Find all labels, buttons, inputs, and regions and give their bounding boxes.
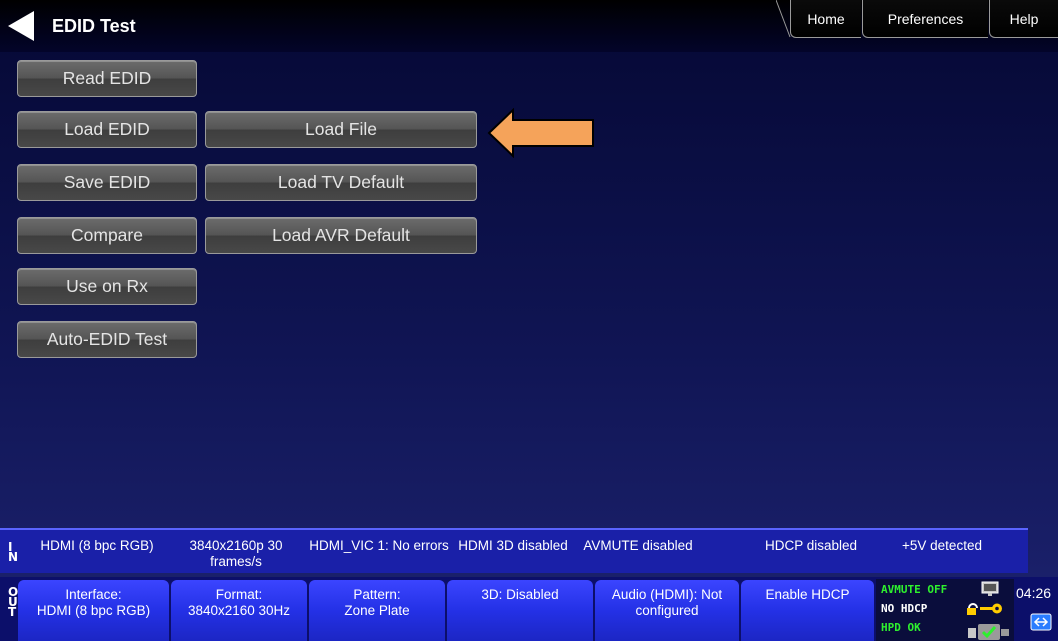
save-edid-button[interactable]: Save EDID bbox=[17, 164, 197, 201]
load-tv-default-button[interactable]: Load TV Default bbox=[205, 164, 477, 201]
back-arrow-icon[interactable] bbox=[6, 10, 36, 42]
load-edid-button[interactable]: Load EDID bbox=[17, 111, 197, 148]
out-audio-button[interactable]: Audio (HDMI): Not configured bbox=[595, 580, 739, 641]
page-title: EDID Test bbox=[52, 16, 136, 36]
out-3d-button[interactable]: 3D: Disabled bbox=[447, 580, 593, 641]
out-pattern-button[interactable]: Pattern: Zone Plate bbox=[309, 580, 445, 641]
in-format-status: 3840x2160p 30 frames/s bbox=[189, 538, 283, 569]
connection-icon bbox=[1030, 613, 1052, 631]
compare-button[interactable]: Compare bbox=[17, 217, 197, 254]
in-hdcp-status: HDCP disabled bbox=[764, 538, 858, 553]
callout-arrow-icon bbox=[487, 108, 594, 158]
out-interface-button[interactable]: Interface: HDMI (8 bpc RGB) bbox=[18, 580, 169, 641]
edid-test-screen: EDID Test Home Preferences Help Read EDI… bbox=[0, 0, 1058, 641]
in-vic-status: HDMI_VIC 1: No errors bbox=[309, 538, 449, 553]
out-label: O U T bbox=[8, 585, 19, 619]
in-interface-status: HDMI (8 bpc RGB) bbox=[40, 538, 154, 553]
tab-home[interactable]: Home bbox=[790, 0, 861, 38]
in-label: I N bbox=[8, 540, 19, 564]
use-on-rx-button[interactable]: Use on Rx bbox=[17, 268, 197, 305]
hpd-connected-icon bbox=[968, 624, 1009, 640]
auto-edid-test-button[interactable]: Auto-EDID Test bbox=[17, 321, 197, 358]
output-indicators: AVMUTE OFF NO HDCP HPD OK bbox=[876, 579, 1014, 641]
load-file-button[interactable]: Load File bbox=[205, 111, 477, 148]
out-format-button[interactable]: Format: 3840x2160 30Hz bbox=[171, 580, 307, 641]
output-status-bar: O U T Interface: HDMI (8 bpc RGB) Format… bbox=[0, 577, 1058, 641]
title-bar: EDID Test Home Preferences Help bbox=[0, 0, 1058, 52]
read-edid-button[interactable]: Read EDID bbox=[17, 60, 197, 97]
tab-help[interactable]: Help bbox=[989, 0, 1058, 38]
key-lock-icon bbox=[967, 603, 1002, 615]
load-avr-default-button[interactable]: Load AVR Default bbox=[205, 217, 477, 254]
in-5v-status: +5V detected bbox=[902, 538, 982, 553]
clock: 04:26 bbox=[1016, 585, 1052, 601]
tab-preferences[interactable]: Preferences bbox=[862, 0, 988, 38]
input-status-bar: I N HDMI (8 bpc RGB) 3840x2160p 30 frame… bbox=[0, 528, 1028, 573]
in-3d-status: HDMI 3D disabled bbox=[458, 538, 568, 553]
in-avmute-status: AVMUTE disabled bbox=[583, 538, 693, 553]
out-enable-hdcp-button[interactable]: Enable HDCP bbox=[741, 580, 874, 641]
monitor-icon bbox=[981, 581, 999, 596]
